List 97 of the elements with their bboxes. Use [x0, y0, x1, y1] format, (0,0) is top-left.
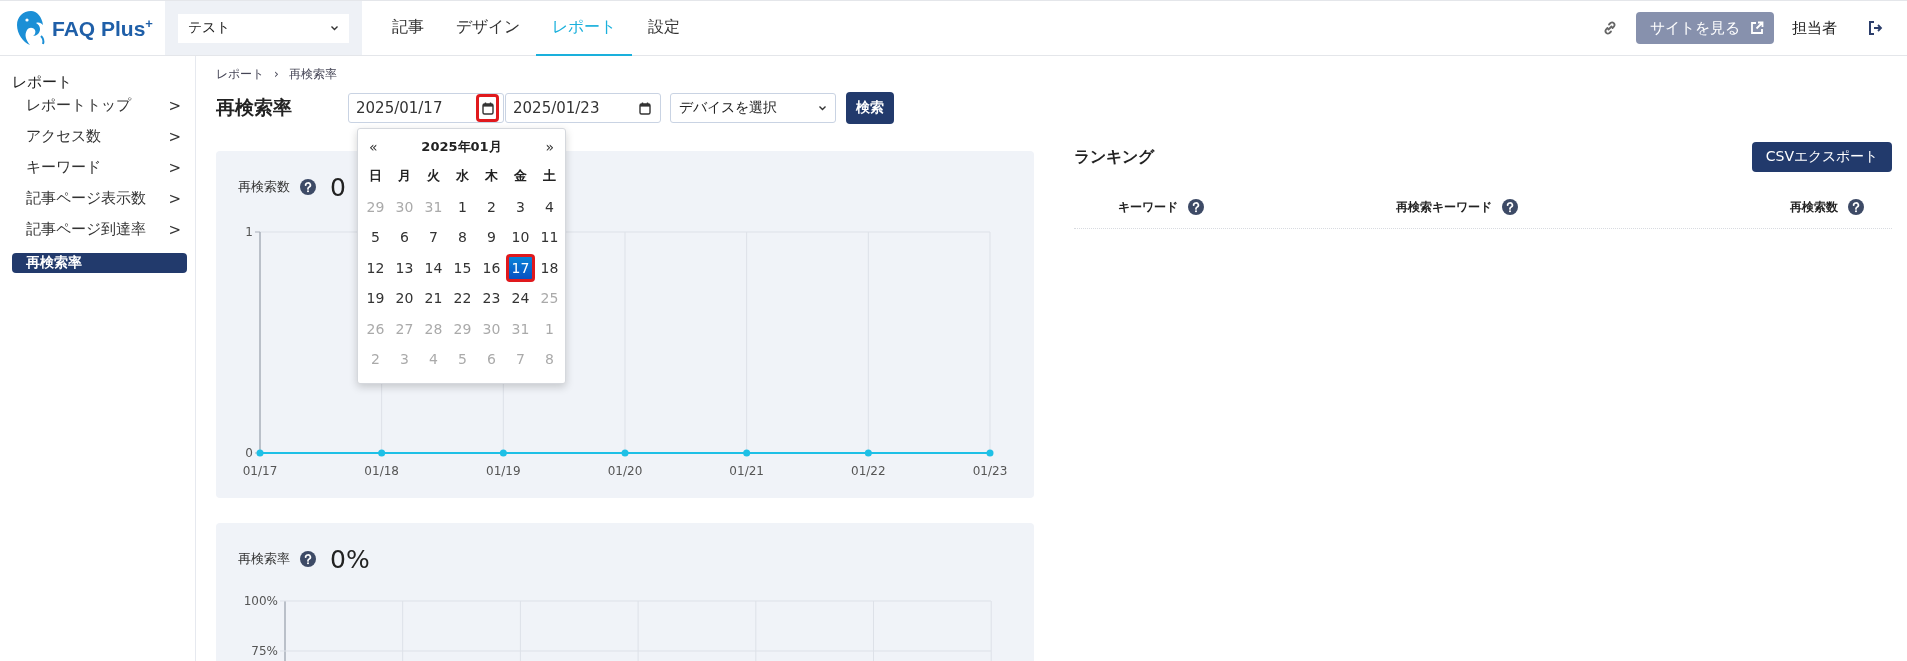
calendar-day[interactable]: 6 [390, 223, 419, 252]
axis-label: 100% [243, 594, 278, 608]
axis-tick-label: 01/18 [364, 464, 399, 478]
previous-month-button[interactable]: « [369, 139, 378, 155]
metric-value: 0 [330, 172, 346, 202]
chevron-down-icon [330, 25, 339, 31]
sidebar-item[interactable]: キーワード > [12, 152, 187, 183]
weekday-label: 水 [455, 167, 470, 186]
data-point [864, 449, 872, 457]
chevron-down-icon [818, 105, 827, 111]
weekday-label: 火 [426, 167, 441, 186]
calendar-day[interactable]: 18 [535, 253, 564, 282]
calendar-day[interactable]: 15 [448, 253, 477, 282]
weekday-label: 月 [397, 167, 412, 186]
csv-export-button[interactable]: CSVエクスポート [1751, 142, 1892, 172]
sidebar-item[interactable]: 再検索率 [12, 253, 187, 273]
data-point [499, 449, 507, 457]
breadcrumb-link[interactable]: レポート [216, 65, 264, 83]
date-field[interactable]: 2025/01/17 [348, 93, 504, 123]
data-point [986, 449, 994, 457]
sidebar-item[interactable]: 記事ページ到達率 > [12, 214, 187, 245]
weekday-label: 日 [368, 167, 383, 186]
site-select[interactable]: テスト [178, 13, 349, 43]
search-button[interactable]: 検索 [846, 92, 894, 124]
column-header: キーワード [1118, 198, 1178, 216]
calendar-day[interactable]: 13 [390, 253, 419, 282]
axis-tick-label: 01/20 [607, 464, 643, 478]
column-header: 再検索キーワード [1396, 198, 1492, 216]
calendar-day[interactable]: 9 [477, 223, 506, 252]
chart-label: 再検索数 [238, 178, 290, 196]
logout-icon[interactable] [1867, 20, 1883, 36]
sidebar-item[interactable]: レポートトップ > [12, 90, 187, 121]
calendar-day[interactable]: 22 [448, 284, 477, 313]
calendar-button[interactable] [476, 94, 499, 122]
date-input[interactable]: 2025/01/23 [513, 99, 633, 117]
sidebar-heading: レポート [12, 74, 73, 90]
metric-value: 0% [330, 544, 370, 574]
nav-tab[interactable]: 記事 [376, 1, 440, 56]
calendar-day[interactable]: 21 [419, 284, 448, 313]
help-icon[interactable] [1848, 199, 1864, 215]
calendar-day[interactable]: 16 [477, 253, 506, 282]
axis-tick-label: 01/21 [729, 464, 764, 478]
calendar-day[interactable]: 2 [477, 192, 506, 221]
axis-tick-label: 01/22 [851, 464, 886, 478]
chart-label: 再検索率 [238, 550, 290, 568]
sidebar-item[interactable]: アクセス数 > [12, 121, 187, 152]
data-point [743, 449, 751, 457]
calendar-day[interactable]: 8 [448, 223, 477, 252]
calendar-day[interactable]: 20 [390, 284, 419, 313]
calendar-day[interactable]: 1 [448, 192, 477, 221]
axis-tick-label: 01/19 [486, 464, 521, 478]
calendar-day[interactable]: 24 [506, 284, 535, 313]
sidebar-item[interactable]: 記事ページ表示数 > [12, 183, 187, 214]
date-field[interactable]: 2025/01/23 [505, 93, 661, 123]
calendar-day[interactable]: 23 [477, 284, 506, 313]
calendar-day[interactable]: 17 [506, 253, 535, 282]
calendar-day[interactable]: 3 [506, 192, 535, 221]
help-icon[interactable] [1188, 199, 1204, 215]
calendar-day[interactable]: 4 [535, 192, 564, 221]
nav-tab[interactable]: 設定 [632, 1, 696, 56]
calendar-day[interactable]: 11 [535, 223, 564, 252]
weekday-label: 木 [484, 167, 499, 186]
calendar-day[interactable]: 10 [506, 223, 535, 252]
calendar-day[interactable]: 19 [361, 284, 390, 313]
calendar-day[interactable]: 7 [419, 223, 448, 252]
calendar-icon [637, 101, 652, 115]
axis-tick-label: 01/17 [242, 464, 278, 478]
help-icon[interactable] [300, 179, 316, 195]
data-point [621, 449, 629, 457]
axis-tick-label: 1 [245, 225, 253, 239]
calendar-month-title: 2025年01月 [421, 138, 502, 156]
axis-label: 75% [251, 644, 278, 658]
logo-text: FAQ Plus$^{+}$ [52, 15, 153, 41]
calendar-day[interactable]: 14 [419, 253, 448, 282]
data-point [256, 449, 264, 457]
device-select[interactable]: デバイスを選択 [670, 93, 836, 123]
link-icon[interactable] [1602, 20, 1618, 36]
axis-tick-label: 0 [245, 446, 253, 460]
calendar-day[interactable]: 5 [361, 223, 390, 252]
calendar-icon [480, 101, 495, 115]
nav-tab[interactable]: デザイン [440, 1, 536, 56]
user-name[interactable]: 担当者 [1792, 18, 1837, 38]
date-input[interactable]: 2025/01/17 [356, 99, 476, 117]
section-title: ランキング [1074, 146, 1154, 168]
data-point [378, 449, 386, 457]
page-title: 再検索率 [216, 95, 293, 120]
next-month-button[interactable]: » [545, 139, 554, 155]
breadcrumb-current: 再検索率 [288, 65, 337, 83]
calendar-day[interactable]: 12 [361, 253, 390, 282]
external-link-icon [1750, 21, 1764, 35]
breadcrumb-separator: › [274, 67, 279, 81]
column-header: 再検索数 [1790, 198, 1838, 216]
help-icon[interactable] [1502, 199, 1518, 215]
weekday-label: 土 [542, 167, 557, 186]
axis-tick-label: 01/23 [972, 464, 1008, 478]
weekday-label: 金 [513, 167, 528, 186]
help-icon[interactable] [300, 551, 316, 567]
